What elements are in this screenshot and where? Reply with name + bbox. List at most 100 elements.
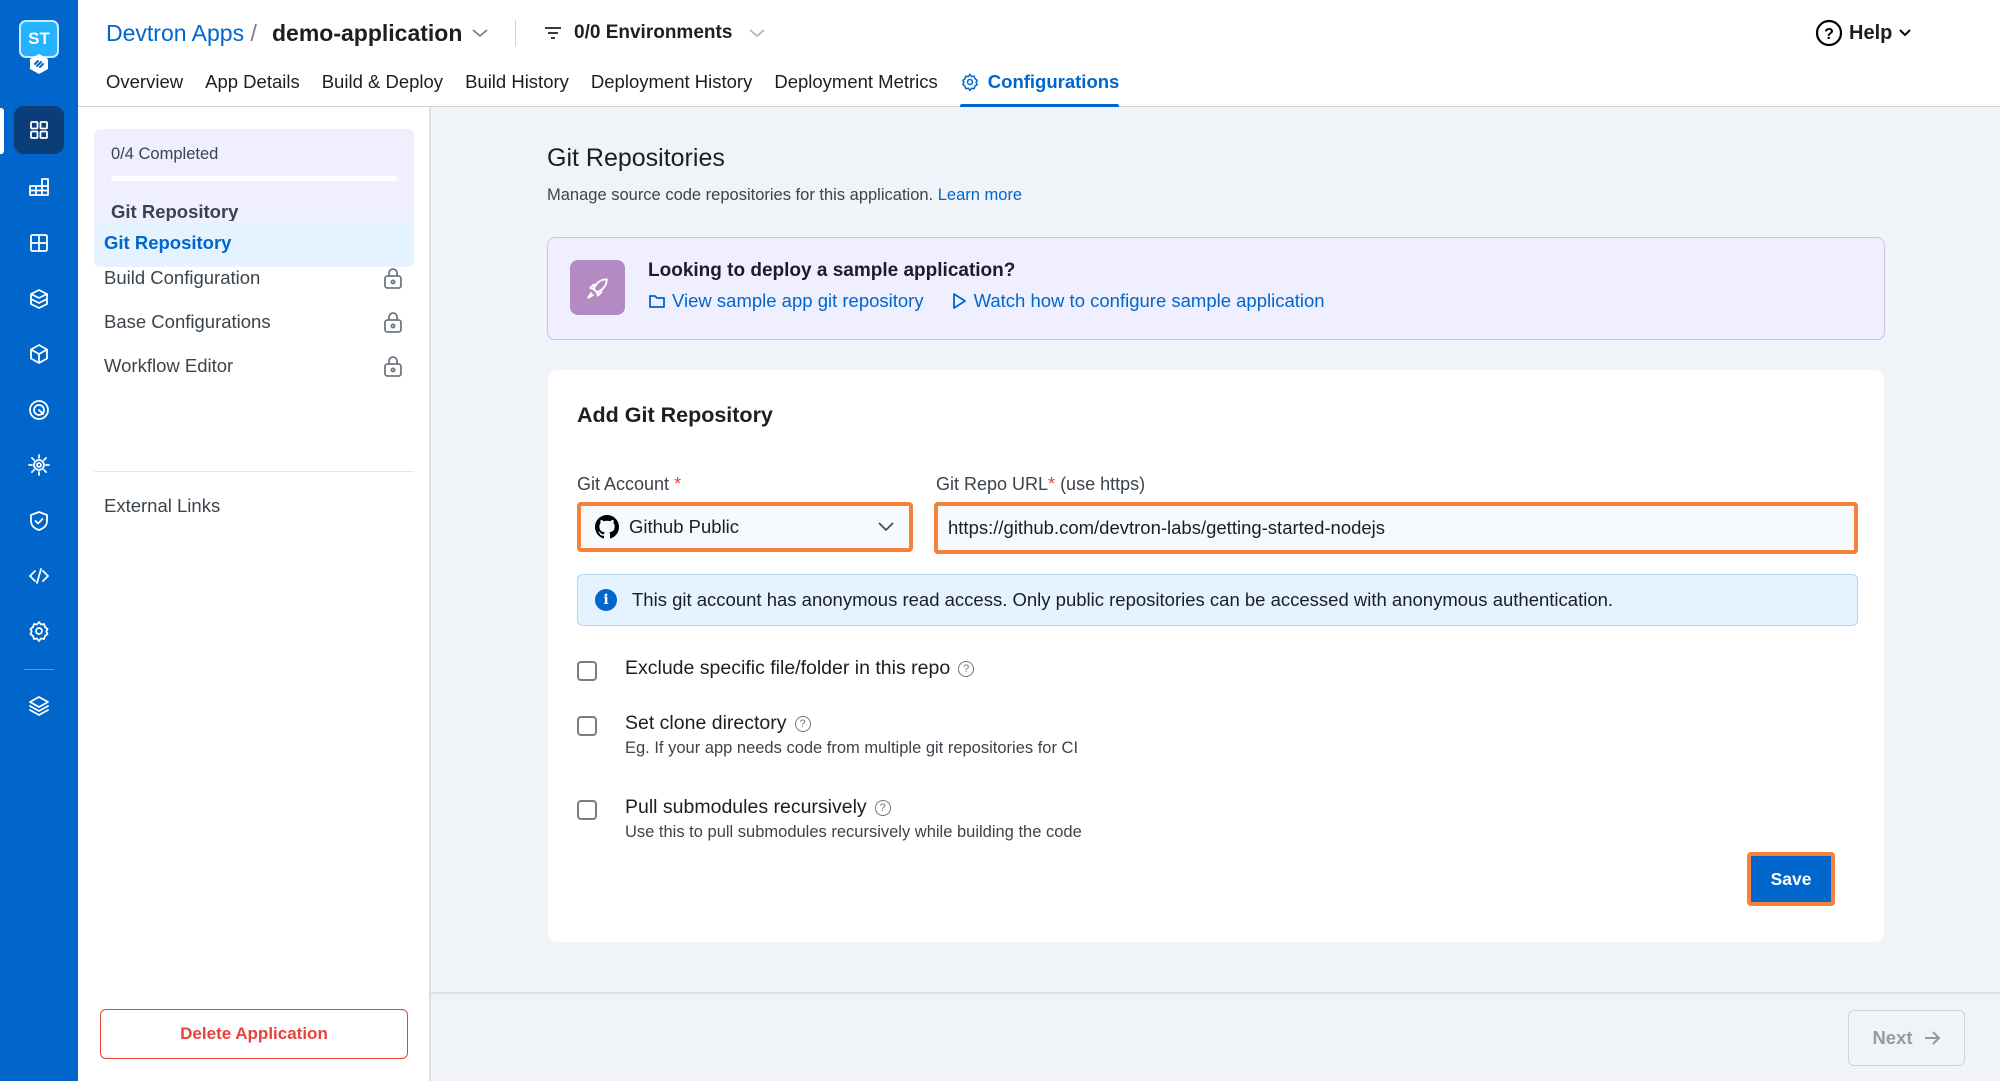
lock-icon [384,312,402,333]
tab-configurations-label: Configurations [987,71,1120,92]
nav-item-build-configuration[interactable]: Build Configuration [94,256,414,300]
repo-url-input[interactable] [948,517,1844,539]
chevron-down-icon [1899,29,1912,37]
learn-more-link[interactable]: Learn more [938,186,1022,204]
tab-overview[interactable]: Overview [106,69,183,107]
required-mark: * [674,474,682,494]
chevron-down-icon[interactable] [748,26,766,40]
app-name[interactable]: demo-application [272,20,462,47]
nav-item-workflow-editor[interactable]: Workflow Editor [94,344,414,388]
config-sidebar: 0/4 Completed Git Repository Need help? … [78,107,431,1081]
repo-url-field[interactable] [934,502,1858,554]
label-text: Git Repo URL [936,474,1049,494]
label-text: Git Account [577,474,670,494]
option-description: Eg. If your app needs code from multiple… [625,739,1079,757]
arrow-right-icon [1924,1031,1940,1045]
info-icon: i [595,589,617,611]
tab-deployment-metrics[interactable]: Deployment Metrics [774,69,937,107]
breadcrumb-separator: / [250,20,257,46]
page-subtitle: Manage source code repositories for this… [547,186,1022,205]
stack-manager-icon[interactable] [14,682,64,730]
active-indicator [0,108,4,154]
watch-video-link[interactable]: Watch how to configure sample applicatio… [950,290,1325,312]
required-mark: * [1048,474,1056,494]
breadcrumb-devtron-apps[interactable]: Devtron Apps [106,20,244,46]
current-step: Git Repository [111,201,239,222]
chart-store-icon[interactable] [14,163,64,211]
link-label: View sample app git repository [672,290,924,311]
chevron-down-icon[interactable] [471,26,489,40]
devtron-logo-icon [30,54,48,74]
option-pull-submodules: Pull submodules recursively? Use this to… [577,796,1082,842]
option-clone-directory: Set clone directory? Eg. If your app nee… [577,712,1078,758]
security-scan-icon[interactable] [14,386,64,434]
tab-deployment-history[interactable]: Deployment History [591,69,752,107]
gear-icon [961,73,978,92]
help-label: Help [1849,21,1893,44]
tab-configurations[interactable]: Configurations [959,69,1120,107]
help-icon[interactable]: ? [874,799,891,816]
security-shield-icon[interactable] [14,497,64,545]
option-label: Set clone directory [625,712,787,734]
resource-browser-icon[interactable] [14,219,64,267]
github-icon [595,515,619,539]
code-icon[interactable] [14,552,64,600]
next-label: Next [1872,1027,1913,1048]
save-button[interactable]: Save [1747,852,1835,906]
nav-item-label: Build Configuration [104,267,261,288]
deployment-icon[interactable] [14,330,64,378]
nav-item-external-links[interactable]: External Links [94,484,414,528]
progress-label: 0/4 Completed [111,145,219,163]
sample-app-banner: Looking to deploy a sample application? … [547,237,1885,340]
help-button[interactable]: ? Help [1815,18,1912,48]
form-title: Add Git Repository [577,403,773,427]
nav-rail: ST [0,0,78,1081]
application-groups-icon[interactable] [14,275,64,323]
tab-build-deploy[interactable]: Build & Deploy [322,69,443,107]
chevron-down-icon [878,522,894,532]
repo-url-label: Git Repo URL* (use https) [936,474,1145,495]
environment-filter[interactable]: 0/0 Environments [574,22,732,44]
page-footer: Next [431,992,2000,1081]
settings-icon[interactable] [14,607,64,655]
play-icon [952,293,966,309]
option-label: Exclude specific file/folder in this rep… [625,657,951,679]
next-button[interactable]: Next [1848,1010,1965,1066]
app-list-icon[interactable] [14,106,64,154]
clone-directory-checkbox[interactable] [577,716,597,736]
view-sample-repo-link[interactable]: View sample app git repository [648,290,924,312]
rocket-icon [570,260,625,315]
option-exclude-files: Exclude specific file/folder in this rep… [577,657,975,681]
rail-divider [24,669,54,670]
tab-app-details[interactable]: App Details [205,69,300,107]
pull-submodules-checkbox[interactable] [577,800,597,820]
subtitle-text: Manage source code repositories for this… [547,186,934,204]
nav-item-label: Base Configurations [104,311,271,332]
banner-title: Looking to deploy a sample application? [648,260,1016,281]
lock-icon [384,356,402,377]
tab-build-history[interactable]: Build History [465,69,569,107]
nav-item-label: External Links [104,495,221,516]
page-title: Git Repositories [547,144,725,172]
delete-application-button[interactable]: Delete Application [100,1009,408,1059]
nav-item-base-configurations[interactable]: Base Configurations [94,300,414,344]
breadcrumb: Devtron Apps / [106,20,257,47]
git-account-select[interactable]: Github Public [577,502,913,552]
nav-divider [94,471,414,472]
selected-account: Github Public [629,516,740,537]
lock-icon [384,268,402,289]
option-label: Pull submodules recursively [625,796,867,818]
nav-item-label: Workflow Editor [104,355,234,376]
help-icon[interactable]: ? [958,660,975,677]
banner-links: View sample app git repository Watch how… [648,290,1325,312]
help-icon[interactable]: ? [794,715,811,732]
help-circle-icon: ? [1815,19,1843,47]
add-git-repository-card: Add Git Repository Git Account * Git Rep… [548,370,1884,942]
exclude-files-checkbox[interactable] [577,661,597,681]
global-config-icon[interactable] [14,441,64,489]
main-content: Git Repositories Manage source code repo… [431,107,2000,1081]
filter-icon [545,27,561,39]
anonymous-access-info: i This git account has anonymous read ac… [577,574,1858,626]
header-divider [515,20,516,46]
option-description: Use this to pull submodules recursively … [625,823,1082,841]
